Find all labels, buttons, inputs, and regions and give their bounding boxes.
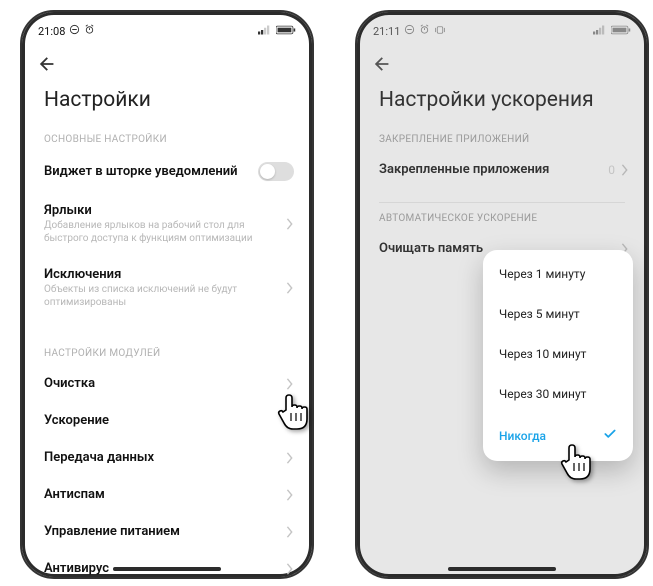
- row-value: 0: [608, 163, 615, 177]
- row-title: Закрепленные приложения: [379, 162, 608, 177]
- row-subtitle: Добавление ярлыков на рабочий стол для б…: [44, 220, 286, 245]
- row-cleaning[interactable]: Очистка: [22, 365, 312, 402]
- section-header-modules: НАСТРОЙКИ МОДУЛЕЙ: [22, 338, 312, 365]
- alarm-icon: [419, 24, 430, 38]
- option-label: Через 30 минут: [499, 387, 586, 401]
- back-button[interactable]: [371, 53, 393, 79]
- section-header-auto: АВТОМАТИЧЕСКОЕ УСКОРЕНИЕ: [357, 203, 647, 230]
- chevron-right-icon: [286, 218, 294, 230]
- page-title: Настройки: [22, 86, 312, 124]
- chevron-right-icon: [286, 563, 294, 575]
- popup-option-30min[interactable]: Через 30 минут: [483, 374, 633, 414]
- option-label: Никогда: [499, 429, 546, 443]
- chevron-right-icon: [286, 526, 294, 538]
- home-indicator[interactable]: [448, 567, 556, 571]
- check-icon: [603, 427, 617, 444]
- back-button[interactable]: [36, 53, 58, 79]
- option-label: Через 5 минут: [499, 307, 580, 321]
- row-title: Управление питанием: [44, 524, 286, 539]
- status-bar: 21:11: [357, 12, 647, 46]
- popup-option-never[interactable]: Никогда: [483, 414, 633, 457]
- dnd-icon: [69, 24, 80, 38]
- signal-icon: [258, 25, 273, 38]
- status-time: 21:11: [373, 25, 400, 38]
- row-exclusions[interactable]: Исключения Объекты из списка исключений …: [22, 256, 312, 320]
- row-pinned-apps[interactable]: Закрепленные приложения 0: [357, 151, 647, 188]
- status-bar: 21:08: [22, 12, 312, 46]
- option-label: Через 1 минуту: [499, 267, 585, 281]
- chevron-right-icon: [286, 282, 294, 294]
- row-title: Исключения: [44, 267, 286, 282]
- row-title: Ярлыки: [44, 203, 286, 218]
- vibrate-icon: [434, 25, 446, 38]
- row-antispam[interactable]: Антиспам: [22, 476, 312, 513]
- row-title: Передача данных: [44, 450, 286, 465]
- section-header-main: ОСНОВНЫЕ НАСТРОЙКИ: [22, 124, 312, 151]
- row-boost[interactable]: Ускорение: [22, 402, 312, 439]
- row-shortcuts[interactable]: Ярлыки Добавление ярлыков на рабочий сто…: [22, 192, 312, 256]
- row-widget-toggle[interactable]: Виджет в шторке уведомлений: [22, 151, 312, 192]
- row-title: Очистка: [44, 376, 286, 391]
- row-title: Антиспам: [44, 487, 286, 502]
- row-subtitle: Объекты из списка исключений не будут оп…: [44, 284, 286, 309]
- toggle-switch[interactable]: [258, 162, 294, 181]
- chevron-right-icon: [621, 164, 629, 176]
- alarm-icon: [84, 24, 95, 38]
- row-title: Ускорение: [44, 413, 286, 428]
- chevron-right-icon: [286, 415, 294, 427]
- row-power[interactable]: Управление питанием: [22, 513, 312, 550]
- section-header-pinned: ЗАКРЕПЛЕНИЕ ПРИЛОЖЕНИЙ: [357, 124, 647, 151]
- battery-icon: [276, 25, 296, 38]
- phone-right: 21:11 Настройки ускорения ЗАКРЕПЛЕНИ: [355, 10, 649, 579]
- popup-option-1min[interactable]: Через 1 минуту: [483, 254, 633, 294]
- option-label: Через 10 минут: [499, 347, 586, 361]
- row-title: Виджет в шторке уведомлений: [44, 164, 258, 179]
- chevron-right-icon: [286, 452, 294, 464]
- home-indicator[interactable]: [113, 567, 221, 571]
- dropdown-popup: Через 1 минуту Через 5 минут Через 10 ми…: [483, 250, 633, 461]
- phone-left: 21:08 Настройки ОСНОВНЫЕ НАСТРОЙКИ Видже…: [20, 10, 314, 579]
- page-title: Настройки ускорения: [357, 86, 647, 124]
- signal-icon: [593, 25, 608, 38]
- row-data-transfer[interactable]: Передача данных: [22, 439, 312, 476]
- dnd-icon: [404, 24, 415, 38]
- popup-option-5min[interactable]: Через 5 минут: [483, 294, 633, 334]
- battery-icon: [611, 25, 631, 38]
- chevron-right-icon: [286, 378, 294, 390]
- chevron-right-icon: [286, 489, 294, 501]
- popup-option-10min[interactable]: Через 10 минут: [483, 334, 633, 374]
- row-antivirus[interactable]: Антивирус: [22, 550, 312, 579]
- status-time: 21:08: [38, 25, 65, 38]
